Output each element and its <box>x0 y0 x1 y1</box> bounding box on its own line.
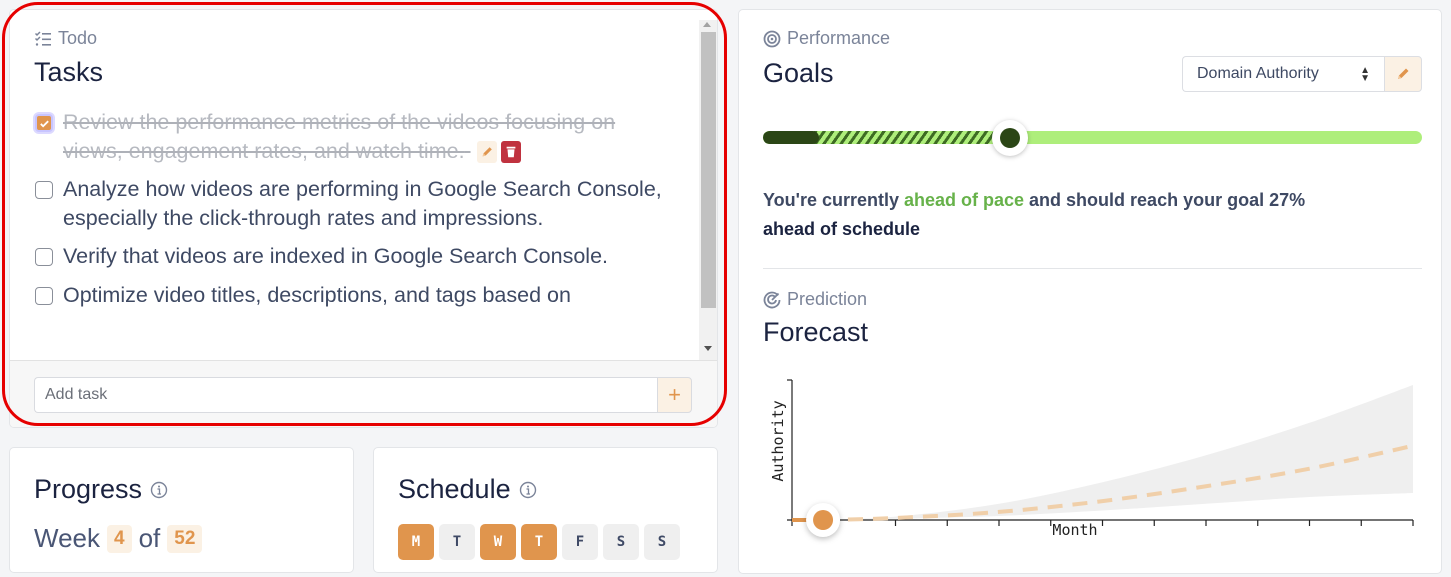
goals-title: Goals <box>763 58 834 88</box>
task-item: Optimize video titles, descriptions, and… <box>10 281 699 310</box>
info-icon[interactable] <box>150 481 168 499</box>
plus-icon: + <box>668 382 681 407</box>
metric-select[interactable]: Domain Authority ▲ ▼ <box>1182 56 1384 92</box>
day-toggle[interactable]: S <box>603 524 639 560</box>
checklist-icon <box>34 30 51 46</box>
task-item: Review the performance metrics of the vi… <box>10 108 699 165</box>
y-axis-label: Authority <box>769 400 787 481</box>
delete-task-button[interactable] <box>500 140 521 163</box>
add-task-input[interactable] <box>34 377 657 413</box>
forecast-title: Forecast <box>763 317 869 347</box>
current-point <box>813 510 834 530</box>
day-toggle[interactable]: T <box>521 524 557 560</box>
task-list-scrollbar[interactable] <box>699 20 717 360</box>
add-task-button[interactable]: + <box>657 377 692 413</box>
total-weeks-badge: 52 <box>167 524 203 553</box>
pace-summary: You're currently ahead of pace and shoul… <box>763 186 1403 244</box>
day-toggle[interactable]: M <box>398 524 434 560</box>
schedule-title: Schedule <box>398 474 537 505</box>
task-text: Optimize video titles, descriptions, and… <box>63 282 571 307</box>
task-item: Verify that videos are indexed in Google… <box>10 242 699 271</box>
current-week-badge: 4 <box>107 524 132 553</box>
progress-title-label: Progress <box>34 474 143 504</box>
goal-actual-fill <box>763 131 820 144</box>
forecast-chart: Authority Month <box>769 379 1414 539</box>
pencil-icon <box>482 147 492 157</box>
section-divider <box>763 268 1422 269</box>
progress-card: Progress Week 4 of 52 <box>9 447 354 573</box>
select-arrows-icon: ▲ ▼ <box>1360 65 1370 84</box>
task-text: Review the performance metrics of the vi… <box>63 110 616 163</box>
task-checkbox[interactable] <box>35 286 53 305</box>
task-text: Analyze how videos are performing in Goo… <box>63 177 662 230</box>
week-label: Week <box>34 523 100 553</box>
pace-prefix: You're currently <box>763 190 904 210</box>
edit-metric-button[interactable] <box>1384 56 1422 92</box>
confidence-band <box>823 385 1413 520</box>
day-toggle[interactable]: S <box>644 524 680 560</box>
schedule-days: MTWTFSS <box>398 524 680 560</box>
task-checkbox[interactable] <box>35 181 53 199</box>
tasks-title: Tasks <box>34 57 104 87</box>
trash-icon <box>506 146 515 158</box>
day-toggle[interactable]: F <box>562 524 598 560</box>
goal-progress-track <box>763 131 1422 144</box>
week-progress: Week 4 of 52 <box>34 523 203 554</box>
scroll-down-arrow-icon[interactable] <box>704 346 712 351</box>
goal-progress-thumb[interactable] <box>992 120 1029 156</box>
todo-card: Todo Tasks Review the performance metric… <box>9 9 718 428</box>
pace-suffix: ahead of schedule <box>763 219 921 239</box>
goals-card: Performance Goals Domain Authority ▲ ▼ Yo… <box>738 9 1442 574</box>
task-text: Verify that videos are indexed in Google… <box>63 244 608 268</box>
pencil-icon <box>1398 68 1409 79</box>
edit-task-button[interactable] <box>476 140 497 163</box>
task-checkbox[interactable] <box>35 114 53 132</box>
performance-eyebrow: Performance <box>763 28 890 49</box>
of-label: of <box>138 523 161 553</box>
check-icon <box>40 120 49 128</box>
prediction-eyebrow: Prediction <box>763 289 867 310</box>
scrollbar-thumb[interactable] <box>701 32 716 308</box>
scroll-up-arrow-icon[interactable] <box>703 22 711 27</box>
radar-icon <box>763 291 781 308</box>
progress-title: Progress <box>34 474 168 505</box>
task-checkbox[interactable] <box>35 248 53 266</box>
metric-select-value: Domain Authority <box>1197 65 1319 82</box>
pace-status: ahead of pace <box>904 190 1025 210</box>
todo-eyebrow: Todo <box>34 28 97 49</box>
schedule-card: Schedule MTWTFSS <box>373 447 718 573</box>
target-icon <box>763 30 781 47</box>
task-actions <box>476 140 521 163</box>
day-toggle[interactable]: T <box>439 524 475 560</box>
task-item: Analyze how videos are performing in Goo… <box>10 175 699 232</box>
task-list: Review the performance metrics of the vi… <box>10 108 699 360</box>
day-toggle[interactable]: W <box>480 524 516 560</box>
pace-middle: and should reach your goal 27% <box>1024 190 1306 210</box>
performance-eyebrow-label: Performance <box>787 28 891 48</box>
add-task-row: + <box>10 360 717 427</box>
schedule-title-label: Schedule <box>398 474 511 504</box>
todo-eyebrow-label: Todo <box>58 28 98 48</box>
prediction-eyebrow-label: Prediction <box>787 289 868 309</box>
info-icon[interactable] <box>519 481 537 499</box>
x-axis-label: Month <box>1052 521 1097 539</box>
